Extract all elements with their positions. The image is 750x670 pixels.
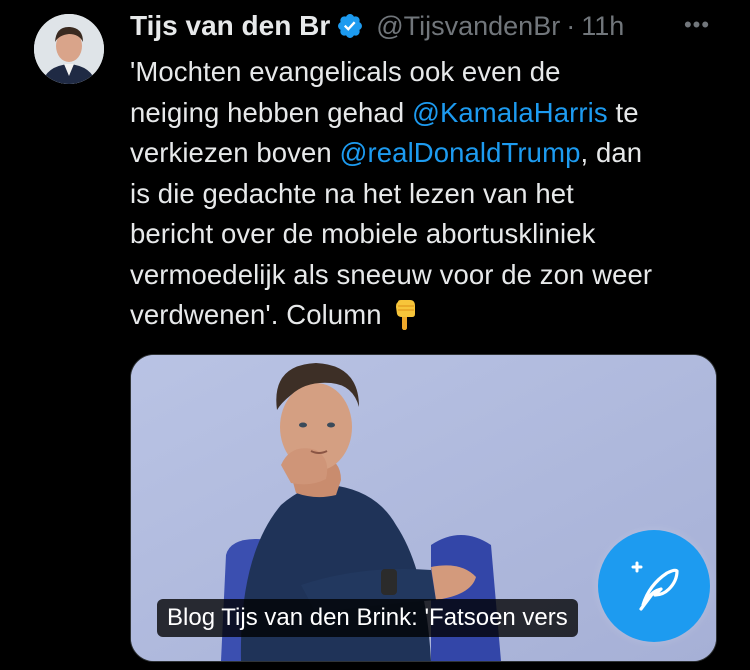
tweet-text-segment: verkiezen boven	[130, 137, 340, 168]
tweet-text-segment: verdwenen'. Column	[130, 299, 382, 330]
author-handle[interactable]: @TijsvandenBr	[376, 11, 560, 42]
mention-link[interactable]: @realDonaldTrump	[340, 137, 581, 168]
more-icon[interactable]: •••	[677, 10, 717, 40]
compose-feather-icon	[631, 561, 679, 611]
pointing-down-emoji-icon	[388, 298, 422, 332]
tweet-timestamp[interactable]: 11h	[581, 11, 624, 42]
tweet-line: verkiezen boven @realDonaldTrump, dan	[130, 133, 730, 174]
tweet-line: verdwenen'. Column	[130, 295, 730, 336]
tweet-text-segment: , dan	[580, 137, 643, 168]
mention-link[interactable]: @KamalaHarris	[412, 97, 608, 128]
avatar-photo	[34, 14, 104, 84]
author-display-name[interactable]: Tijs van den Br	[130, 10, 330, 42]
card-title: Blog Tijs van den Brink: 'Fatsoen vers	[157, 599, 578, 637]
separator-dot: ·	[566, 10, 576, 41]
verified-badge-icon	[336, 12, 364, 40]
compose-tweet-button[interactable]	[598, 530, 710, 642]
tweet-text-segment: neiging hebben gehad	[130, 96, 412, 128]
tweet-line: 'Mochten evangelicals ook even de	[130, 56, 561, 87]
tweet-line: neiging hebben gehad @KamalaHarris te	[130, 93, 730, 134]
tweet-text: 'Mochten evangelicals ook even de neigin…	[130, 52, 730, 336]
tweet-text-segment: te	[607, 96, 639, 128]
tweet-line: is die gedachte na het lezen van het	[130, 177, 574, 209]
tweet-line: vermoedelijk als sneeuw voor de zon weer	[130, 258, 653, 290]
tweet-header: Tijs van den Br @TijsvandenBr · 11h	[130, 6, 624, 46]
avatar[interactable]	[34, 14, 104, 84]
tweet-line: bericht over de mobiele abortuskliniek	[130, 218, 596, 249]
